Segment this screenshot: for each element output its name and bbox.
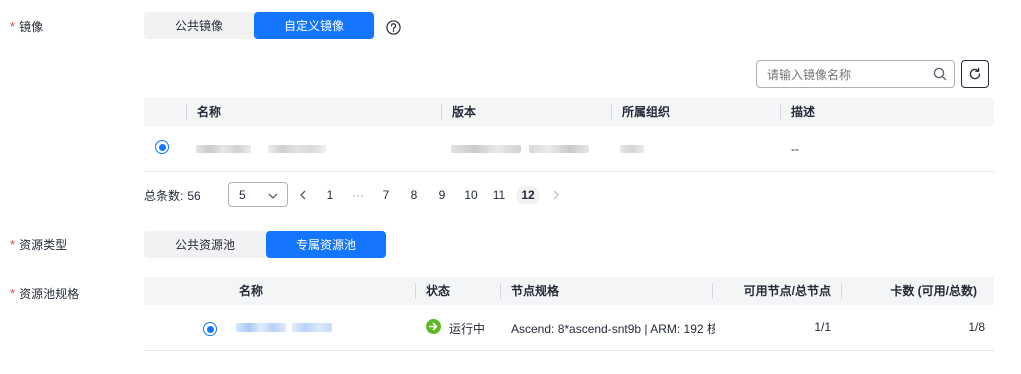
page-7[interactable]: 7 [378,186,394,204]
column-divider [500,283,501,299]
column-header-organization: 所属组织 [622,105,671,119]
image-organization-redacted [620,145,644,153]
refresh-button[interactable] [961,60,989,88]
column-divider [415,283,416,299]
search-icon[interactable] [933,67,947,81]
column-header-status: 状态 [426,284,451,298]
page-10[interactable]: 10 [460,186,482,204]
row-radio[interactable] [203,322,217,336]
column-header-name: 名称 [197,105,222,119]
column-header-version: 版本 [452,105,477,119]
chevron-down-icon [268,190,278,200]
pool-table-header: 名称 状态 节点规格 可用节点/总节点 卡数 (可用/总数) [144,277,994,305]
pool-status: 运行中 [449,322,486,336]
page-12-current[interactable]: 12 [516,186,540,204]
tab-public-pool[interactable]: 公共资源池 [144,231,266,258]
image-version-redacted [451,145,521,153]
column-header-cards: 卡数 (可用/总数) [890,284,977,298]
pool-cards: 1/8 [968,320,985,334]
resource-type-label: * 资源类型 [10,237,68,252]
column-header-description: 描述 [791,105,816,119]
column-divider [841,283,842,299]
pool-nodes: 1/1 [814,320,831,334]
page-8[interactable]: 8 [406,186,422,204]
search-input[interactable] [765,65,929,85]
tab-custom-image[interactable]: 自定义镜像 [254,12,374,39]
pagination-total: 总条数: 56 [144,189,201,203]
chevron-right-icon[interactable] [550,186,562,204]
column-header-name: 名称 [239,284,264,298]
question-circle-icon[interactable] [386,20,401,35]
pool-node-spec: Ascend: 8*ascend-snt9b | ARM: 192 核 [511,322,715,336]
table-row[interactable]: -- [144,126,994,171]
tab-dedicated-pool[interactable]: 专属资源池 [266,231,386,258]
image-name-redacted [268,145,326,153]
chevron-left-icon[interactable] [297,186,309,204]
page-ellipsis[interactable]: ··· [349,186,367,204]
running-status-icon [426,319,441,334]
pool-name-redacted [236,323,286,332]
page-size-select[interactable]: 5 [228,182,288,207]
image-table-header: 名称 版本 所属组织 描述 [144,98,994,126]
row-divider [144,350,994,351]
pool-name-redacted [292,323,332,332]
column-header-node-spec: 节点规格 [511,284,560,298]
column-divider [441,104,442,120]
refresh-icon [968,67,982,81]
page-9[interactable]: 9 [434,186,450,204]
image-description: -- [791,142,799,156]
page-1[interactable]: 1 [322,186,338,204]
table-row[interactable]: 运行中 Ascend: 8*ascend-snt9b | ARM: 192 核 … [144,305,994,350]
image-version-redacted [529,145,589,153]
pool-spec-label: * 资源池规格 [10,286,80,301]
required-mark: * [10,286,16,301]
search-box[interactable] [756,60,955,88]
column-header-nodes: 可用节点/总节点 [743,284,831,298]
row-radio[interactable] [155,140,169,154]
page-11[interactable]: 11 [488,186,510,204]
column-divider [186,104,187,120]
image-name-redacted [196,145,251,153]
column-divider [712,283,713,299]
column-divider [780,104,781,120]
column-divider [611,104,612,120]
image-field-label: * 镜像 [10,19,44,34]
required-mark: * [10,19,16,34]
required-mark: * [10,237,16,252]
row-divider [144,171,994,172]
tab-public-image[interactable]: 公共镜像 [144,12,254,39]
